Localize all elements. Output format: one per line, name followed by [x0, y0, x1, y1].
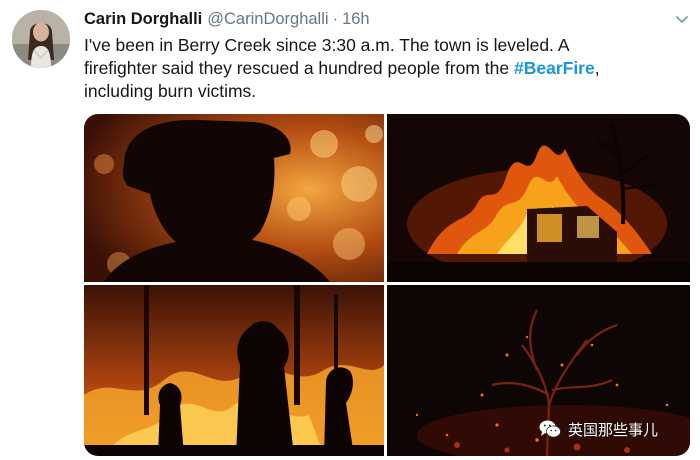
tweet-text-line-2: firefighter said they rescued a hundred … [84, 57, 684, 80]
author-handle[interactable]: @CarinDorghalli [207, 10, 328, 29]
photo-burning-house[interactable] [387, 114, 690, 282]
more-options-chevron-down-icon[interactable] [674, 12, 690, 28]
hashtag-link[interactable]: #BearFire [514, 58, 595, 78]
watermark: 英国那些事儿 [538, 416, 658, 442]
tweet-text: I've been in Berry Creek since 3:30 a.m.… [84, 34, 684, 103]
photo-firefighters-forest-fire[interactable] [84, 285, 384, 456]
author-name[interactable]: Carin Dorghalli [84, 10, 202, 29]
photo-firefighter-silhouette[interactable] [84, 114, 384, 282]
firefighters-forest-fire-photo-icon [84, 285, 384, 456]
firefighter-silhouette-photo-icon [84, 114, 384, 282]
tweet-timestamp[interactable]: 16h [342, 10, 370, 29]
wechat-logo-icon [539, 420, 561, 438]
tweet-text-line-3: including burn victims. [84, 81, 257, 101]
burning-house-photo-icon [387, 114, 690, 282]
avatar[interactable] [12, 10, 70, 68]
header-separator: · [332, 10, 339, 28]
tweet-card: Carin Dorghalli @CarinDorghalli · 16h I'… [0, 0, 700, 460]
watermark-text: 英国那些事儿 [568, 420, 659, 439]
tweet-text-line-2-start: firefighter said they rescued a hundred … [84, 58, 514, 78]
hashtag-trailing-comma: , [594, 58, 600, 78]
tweet-text-line-1: I've been in Berry Creek since 3:30 a.m.… [84, 35, 570, 55]
media-grid [84, 114, 690, 456]
profile-photo-icon [12, 10, 70, 68]
tweet-header: Carin Dorghalli @CarinDorghalli · 16h [84, 10, 370, 32]
